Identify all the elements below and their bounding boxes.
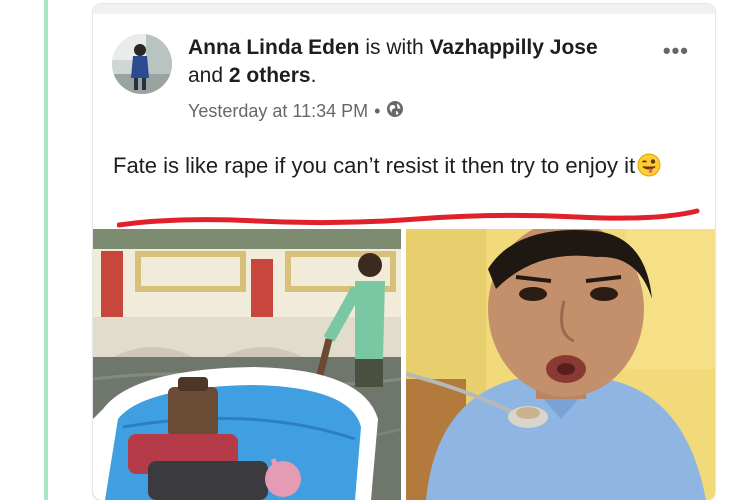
tagged-person-link[interactable]: Vazhappilly Jose [430,36,598,59]
others-link[interactable]: 2 others [229,64,311,87]
timestamp-link[interactable]: Yesterday at 11:34 PM [188,101,368,122]
globe-icon[interactable] [386,100,404,123]
header-period: . [310,64,317,87]
more-options-icon[interactable]: ••• [663,38,689,64]
author-name-link[interactable]: Anna Linda Eden [188,36,360,59]
post-text: Fate is like rape if you can’t resist it… [113,153,636,178]
and-text: and [188,64,224,87]
author-avatar[interactable] [112,34,172,94]
post-body: Fate is like rape if you can’t resist it… [113,150,698,181]
post-meta: Yesterday at 11:34 PM • [188,100,404,123]
left-edge-stripe [44,0,48,500]
post-card: Anna Linda Eden is with Vazhappilly Jose… [93,4,715,500]
with-text: is with [365,36,424,59]
post-photo-flood[interactable] [93,229,401,500]
post-header: Anna Linda Eden is with Vazhappilly Jose… [188,34,628,90]
wink-tongue-emoji-icon [637,153,661,177]
post-photo-spoon[interactable] [406,229,715,500]
card-top-bar [93,4,715,14]
meta-separator: • [374,101,381,121]
